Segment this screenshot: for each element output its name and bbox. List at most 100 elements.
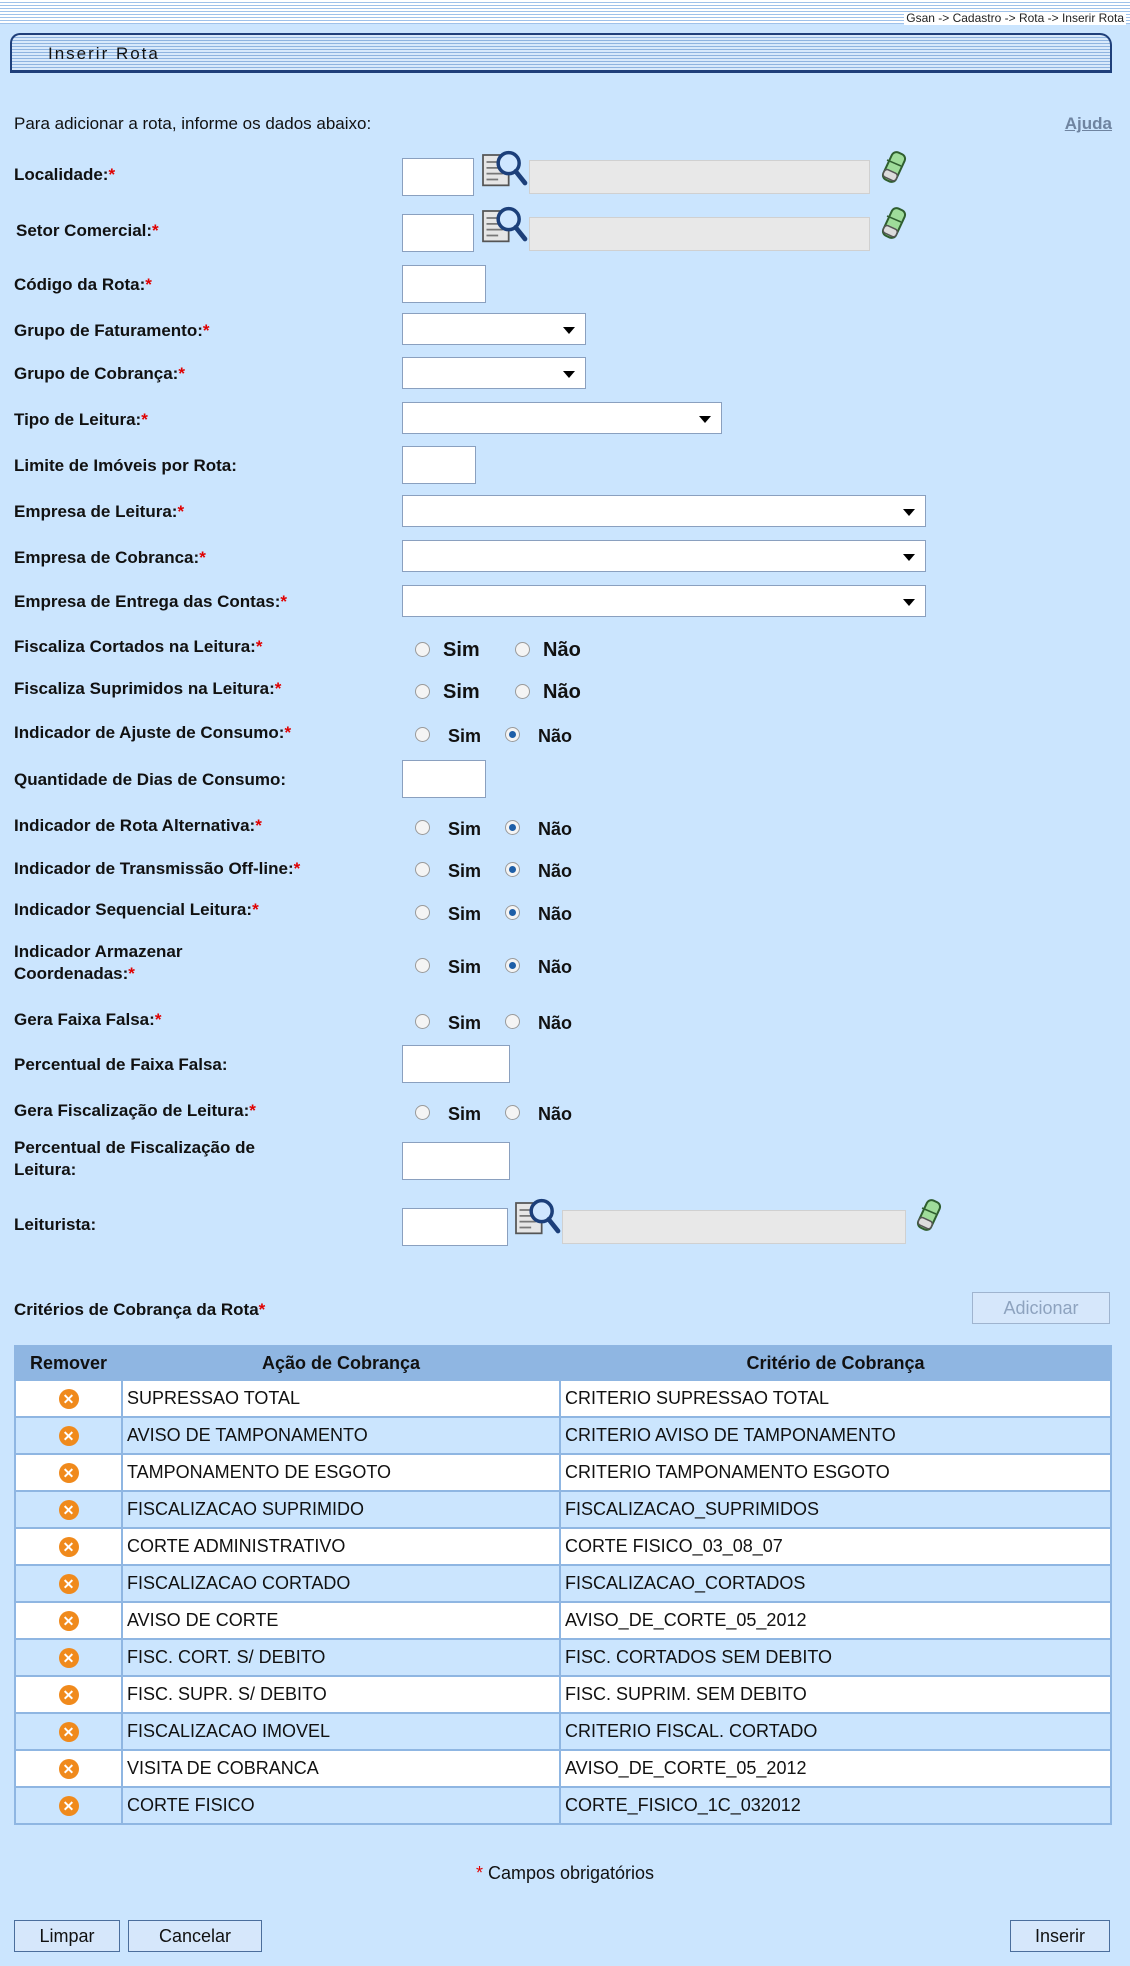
localidade-description-field xyxy=(529,160,870,194)
armazenar-sim-radio[interactable] xyxy=(415,958,430,973)
label-percentual-faixa: Percentual de Faixa Falsa: xyxy=(14,1055,228,1074)
remove-x-icon[interactable]: ✕ xyxy=(58,1574,79,1594)
search-icon[interactable] xyxy=(479,204,529,246)
acao-cobranca-cell: FISCALIZACAO SUPRIMIDO xyxy=(123,1492,559,1527)
remove-x-icon[interactable]: ✕ xyxy=(58,1611,79,1631)
gera-faixa-sim-radio[interactable] xyxy=(415,1014,430,1029)
inserir-button[interactable]: Inserir xyxy=(1010,1920,1110,1952)
rota-alternativa-sim-radio[interactable] xyxy=(415,820,430,835)
limite-imoveis-input[interactable] xyxy=(402,446,476,484)
grupo-faturamento-select[interactable] xyxy=(402,313,586,345)
table-row: ✕ FISCALIZACAO CORTADO FISCALIZACAO_CORTAD… xyxy=(16,1566,1110,1601)
label-gera-faixa-falsa: Gera Faixa Falsa:* xyxy=(14,1010,162,1029)
breadcrumb: Gsan -> Cadastro -> Rota -> Inserir Rota xyxy=(904,11,1126,25)
column-header-criterio: Critério de Cobrança xyxy=(561,1347,1110,1379)
radio-label-nao: Não xyxy=(538,1013,573,1033)
empresa-cobranca-select[interactable] xyxy=(402,540,926,572)
remove-x-icon[interactable]: ✕ xyxy=(58,1796,79,1816)
radio-label-nao: Não xyxy=(538,957,573,977)
add-criteria-button[interactable]: Adicionar xyxy=(972,1292,1110,1324)
help-link[interactable]: Ajuda xyxy=(1065,114,1112,134)
eraser-icon[interactable] xyxy=(880,150,910,186)
setor-comercial-input[interactable] xyxy=(402,214,474,252)
gera-fiscalizacao-sim-radio[interactable] xyxy=(415,1105,430,1120)
criteria-table: Remover Ação de Cobrança Critério de Cob… xyxy=(14,1345,1112,1825)
table-header-row: Remover Ação de Cobrança Critério de Cob… xyxy=(16,1347,1110,1379)
criterio-cobranca-cell: FISCALIZACAO_SUPRIMIDOS xyxy=(561,1492,1110,1527)
fiscaliza-cortados-nao-radio[interactable] xyxy=(515,642,530,657)
quantidade-dias-input[interactable] xyxy=(402,760,486,798)
acao-cobranca-cell: AVISO DE TAMPONAMENTO xyxy=(123,1418,559,1453)
page-title-bar: Inserir Rota xyxy=(10,33,1112,71)
criterio-cobranca-cell: CRITERIO FISCAL. CORTADO xyxy=(561,1714,1110,1749)
tipo-leitura-select[interactable] xyxy=(402,402,722,434)
sequencial-sim-radio[interactable] xyxy=(415,905,430,920)
remove-x-icon[interactable]: ✕ xyxy=(58,1759,79,1779)
grupo-cobranca-select[interactable] xyxy=(402,357,586,389)
eraser-icon[interactable] xyxy=(880,206,910,242)
sequencial-nao-radio[interactable] xyxy=(505,905,520,920)
remove-x-icon[interactable]: ✕ xyxy=(58,1537,79,1557)
table-row: ✕ FISCALIZACAO SUPRIMIDO FISCALIZACAO_SUPR… xyxy=(16,1492,1110,1527)
acao-cobranca-cell: TAMPONAMENTO DE ESGOTO xyxy=(123,1455,559,1490)
gera-fiscalizacao-nao-radio[interactable] xyxy=(505,1105,520,1120)
armazenar-nao-radio[interactable] xyxy=(505,958,520,973)
label-fiscaliza-suprimidos: Fiscaliza Suprimidos na Leitura:* xyxy=(14,679,282,698)
label-percentual-fiscalizacao: Percentual de Fiscalização de Leitura: xyxy=(14,1138,255,1179)
search-icon[interactable] xyxy=(512,1196,562,1238)
radio-label-sim: Sim xyxy=(443,681,480,703)
remove-cell: ✕ xyxy=(16,1640,121,1675)
empresa-entrega-select[interactable] xyxy=(402,585,926,617)
cancelar-button[interactable]: Cancelar xyxy=(128,1920,262,1952)
remove-x-icon[interactable]: ✕ xyxy=(58,1426,79,1446)
percentual-fiscalizacao-input[interactable] xyxy=(402,1142,510,1180)
ajuste-nao-radio[interactable] xyxy=(505,727,520,742)
acao-cobranca-cell: AVISO DE CORTE xyxy=(123,1603,559,1638)
leiturista-description-field xyxy=(562,1210,906,1244)
percentual-faixa-input[interactable] xyxy=(402,1045,510,1083)
remove-x-icon[interactable]: ✕ xyxy=(58,1463,79,1483)
column-header-acao: Ação de Cobrança xyxy=(123,1347,559,1379)
radio-label-sim: Sim xyxy=(448,861,482,881)
remove-x-icon[interactable]: ✕ xyxy=(58,1389,79,1409)
intro-text: Para adicionar a rota, informe os dados … xyxy=(14,114,372,133)
radio-label-sim: Sim xyxy=(443,639,480,661)
codigo-rota-input[interactable] xyxy=(402,265,486,303)
label-localidade: Localidade:* xyxy=(14,165,116,184)
offline-nao-radio[interactable] xyxy=(505,862,520,877)
fiscaliza-suprimidos-nao-radio[interactable] xyxy=(515,684,530,699)
criterio-cobranca-cell: CORTE_FISICO_1C_032012 xyxy=(561,1788,1110,1823)
remove-x-icon[interactable]: ✕ xyxy=(58,1722,79,1742)
criterio-cobranca-cell: CRITERIO SUPRESSAO TOTAL xyxy=(561,1381,1110,1416)
radio-label-nao: Não xyxy=(538,1104,573,1124)
gera-faixa-nao-radio[interactable] xyxy=(505,1014,520,1029)
column-header-remover: Remover xyxy=(16,1347,121,1379)
localidade-input[interactable] xyxy=(402,158,474,196)
offline-sim-radio[interactable] xyxy=(415,862,430,877)
ajuste-sim-radio[interactable] xyxy=(415,727,430,742)
empresa-leitura-select[interactable] xyxy=(402,495,926,527)
acao-cobranca-cell: FISC. SUPR. S/ DEBITO xyxy=(123,1677,559,1712)
eraser-icon[interactable] xyxy=(915,1198,945,1234)
rota-alternativa-nao-radio[interactable] xyxy=(505,820,520,835)
fiscaliza-suprimidos-sim-radio[interactable] xyxy=(415,684,430,699)
remove-cell: ✕ xyxy=(16,1714,121,1749)
label-empresa-cobranca: Empresa de Cobranca:* xyxy=(14,548,206,567)
remove-x-icon[interactable]: ✕ xyxy=(58,1500,79,1520)
label-fiscaliza-cortados: Fiscaliza Cortados na Leitura:* xyxy=(14,637,263,656)
remove-x-icon[interactable]: ✕ xyxy=(58,1648,79,1668)
radio-label-nao: Não xyxy=(538,819,573,839)
remove-x-icon[interactable]: ✕ xyxy=(58,1685,79,1705)
leiturista-input[interactable] xyxy=(402,1208,508,1246)
fiscaliza-cortados-sim-radio[interactable] xyxy=(415,642,430,657)
acao-cobranca-cell: CORTE ADMINISTRATIVO xyxy=(123,1529,559,1564)
radio-label-sim: Sim xyxy=(448,1013,482,1033)
label-limite-imoveis: Limite de Imóveis por Rota: xyxy=(14,456,237,475)
limpar-button[interactable]: Limpar xyxy=(14,1920,120,1952)
table-row: ✕ SUPRESSAO TOTAL CRITERIO SUPRESSAO TOTAL xyxy=(16,1381,1110,1416)
radio-label-sim: Sim xyxy=(448,904,482,924)
search-icon[interactable] xyxy=(479,148,529,190)
label-codigo-rota: Código da Rota:* xyxy=(14,275,152,294)
label-transmissao-offline: Indicador de Transmissão Off-line:* xyxy=(14,859,301,878)
table-row: ✕ AVISO DE TAMPONAMENTO CRITERIO AVISO DE … xyxy=(16,1418,1110,1453)
